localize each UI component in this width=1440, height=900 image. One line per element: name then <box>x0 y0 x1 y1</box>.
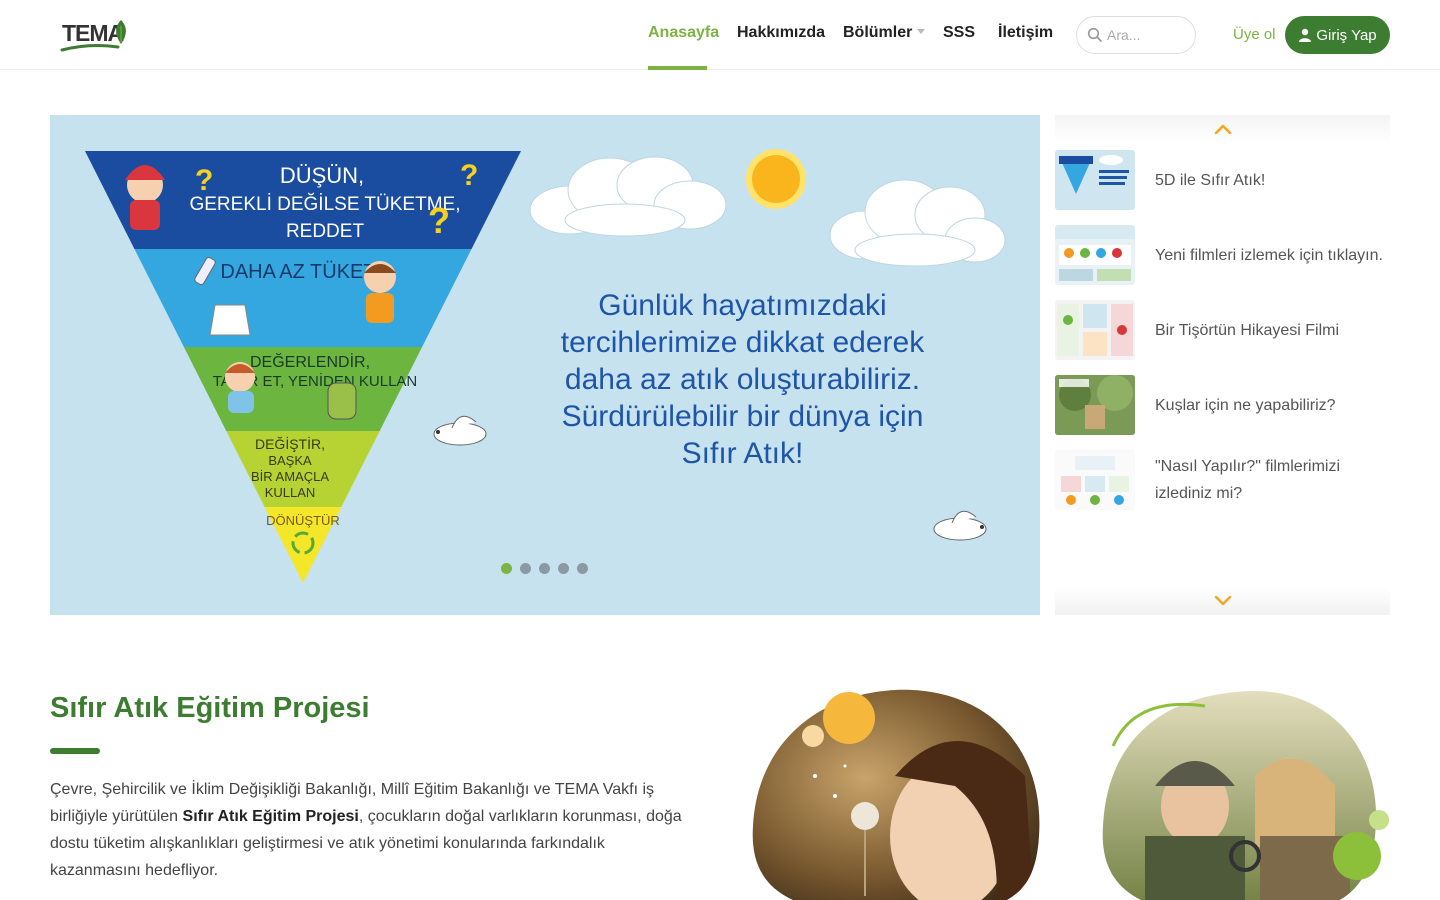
nav-hakkimizda[interactable]: Hakkımızda <box>737 24 825 42</box>
tema-logo[interactable]: TEMA <box>60 16 130 54</box>
list-item[interactable]: Bir Tişörtün Hikayesi Filmi <box>1055 300 1390 360</box>
chevron-down-icon <box>1214 596 1231 606</box>
pyramid-tier4-line4: KULLAN <box>265 485 316 500</box>
section-text-bold: Sıfır Atık Eğitim Projesi <box>182 808 359 825</box>
slider-dots <box>501 563 588 574</box>
list-item-title: 5D ile Sıfır Atık! <box>1155 171 1266 189</box>
nav-sss[interactable]: SSS <box>943 24 975 42</box>
hero-text: Günlük hayatımızdaki tercihlerimize dikk… <box>550 287 935 472</box>
list-item-thumbnail <box>1055 375 1135 435</box>
cloud-right <box>829 179 1006 267</box>
bird-right <box>933 510 987 541</box>
list-item-thumbnail <box>1055 150 1135 210</box>
list-item-title: Yeni filmleri izlemek için tıklayın. <box>1155 246 1383 264</box>
list-scroll-down[interactable] <box>1055 587 1390 615</box>
title-underline <box>50 748 100 754</box>
list-item-title: Bir Tişörtün Hikayesi Filmi <box>1155 321 1340 339</box>
search-input[interactable] <box>1107 25 1191 45</box>
child-figure-3 <box>225 362 255 413</box>
nav-bolumler[interactable]: Bölümler <box>843 24 926 42</box>
site-header: TEMA Anasayfa Hakkımızda Bölümler SSS İl… <box>0 0 1440 70</box>
list-item-thumbnail <box>1055 300 1135 360</box>
pyramid-tier4-line3: BİR AMAÇLA <box>251 469 329 484</box>
leaf-icon <box>116 20 126 44</box>
section-title: Sıfır Atık Eğitim Projesi <box>50 692 370 724</box>
list-scroll-up[interactable] <box>1055 115 1390 143</box>
list-item[interactable]: "Nasıl Yapılır?" filmlerimizi izlediniz … <box>1055 450 1390 510</box>
cloud-left <box>529 156 727 237</box>
svg-text:?: ? <box>460 159 478 192</box>
small-circle-decoration <box>802 725 824 747</box>
slider-dot-5[interactable] <box>577 563 588 574</box>
hero-slider[interactable]: DÜŞÜN, GEREKLİ DEĞİLSE TÜKETME, REDDET D… <box>50 115 1040 615</box>
list-item-title: Kuşlar için ne yapabiliriz? <box>1155 396 1336 414</box>
section-description: Çevre, Şehircilik ve İklim Değişikliği B… <box>50 776 690 884</box>
slider-dot-2[interactable] <box>520 563 531 574</box>
girls-magnifier-photo <box>1102 690 1389 900</box>
hero-text-line: Sıfır Atık! <box>681 437 804 470</box>
orange-circle-decoration <box>823 692 875 744</box>
pyramid-tier1-line3: REDDET <box>286 221 365 242</box>
hero-text-line: daha az atık oluşturabiliriz. <box>564 363 921 396</box>
search-icon[interactable] <box>1087 27 1103 43</box>
nav-anasayfa[interactable]: Anasayfa <box>648 24 719 42</box>
caret-down-icon <box>917 29 926 34</box>
list-item[interactable]: Yeni filmleri izlemek için tıklayın. <box>1055 225 1390 285</box>
hero-text-line: Sürdürülebilir bir dünya için <box>561 400 924 433</box>
bag-icon <box>209 304 251 336</box>
sun <box>752 155 800 203</box>
search-box <box>1076 16 1196 54</box>
small-green-circle-decoration <box>1369 810 1389 830</box>
svg-text:?: ? <box>195 164 213 197</box>
video-list: 5D ile Sıfır Atık! Yeni filmleri izlemek… <box>1055 115 1390 615</box>
slider-dot-1[interactable] <box>501 563 512 574</box>
list-item[interactable]: 5D ile Sıfır Atık! <box>1055 150 1390 210</box>
login-button[interactable]: Giriş Yap <box>1285 16 1390 54</box>
svg-text:?: ? <box>428 200 450 241</box>
signup-link[interactable]: Üye ol <box>1233 26 1276 43</box>
green-circle-decoration <box>1333 832 1381 880</box>
pyramid-tier1-line2: GEREKLİ DEĞİLSE TÜKETME, <box>189 193 460 215</box>
list-item-thumbnail <box>1055 225 1135 285</box>
list-item-thumbnail <box>1055 450 1135 510</box>
nav-iletisim[interactable]: İletişim <box>998 24 1053 42</box>
slider-dot-4[interactable] <box>558 563 569 574</box>
pyramid-tier5: DÖNÜŞTÜR <box>266 513 340 528</box>
list-item[interactable]: Kuşlar için ne yapabiliriz? <box>1055 375 1390 435</box>
login-label: Giriş Yap <box>1316 26 1377 44</box>
list-item-title: "Nasıl Yapılır?" filmlerimizi izlediniz … <box>1155 458 1341 502</box>
chevron-up-icon <box>1214 124 1231 134</box>
pyramid-tier1-line1: DÜŞÜN, <box>280 163 364 188</box>
pyramid-tier3-line1: DEĞERLENDİR, <box>250 352 370 371</box>
nav-bolumler-label: Bölümler <box>843 24 913 41</box>
pyramid-tier4-line1: DEĞİŞTİR, <box>255 435 325 452</box>
backpack-icon <box>327 382 357 420</box>
girl-dandelion-photo <box>752 689 1040 900</box>
bird-left <box>433 415 487 446</box>
hero-text-line: tercihlerimize dikkat ederek <box>560 326 925 359</box>
nav-active-underline <box>648 66 707 70</box>
pyramid-tier4-line2: BAŞKA <box>268 453 312 468</box>
user-icon <box>1299 28 1312 42</box>
hero-text-line: Günlük hayatımızdaki <box>598 289 887 322</box>
slider-dot-3[interactable] <box>539 563 550 574</box>
pyramid-tier2: DAHA AZ TÜKET <box>220 261 375 283</box>
logo-swoosh <box>60 44 120 52</box>
